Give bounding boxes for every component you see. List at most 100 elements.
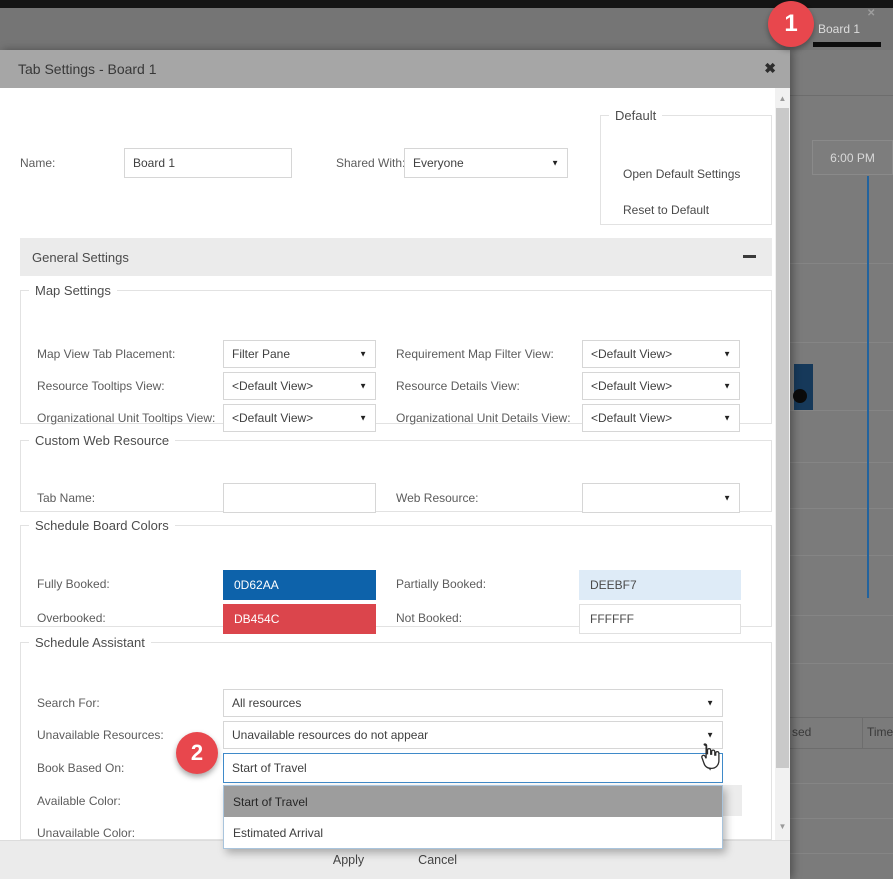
tab-name-input[interactable] [223,483,376,513]
chevron-down-icon: ▼ [359,382,367,391]
resource-tooltips-view-label: Resource Tooltips View: [37,379,165,393]
resource-details-view-value: <Default View> [591,379,672,393]
collapse-icon[interactable] [743,255,756,258]
bg-gridline [790,95,893,96]
chevron-down-icon: ▼ [723,350,731,359]
requirement-map-filter-view-value: <Default View> [591,347,672,361]
partially-booked-label: Partially Booked: [396,577,486,591]
unavailable-resources-label: Unavailable Resources: [37,728,164,742]
general-settings-title: General Settings [32,250,129,265]
available-color-input-edge[interactable] [723,785,742,816]
bg-gridline [790,462,893,463]
dropdown-option-estimated-arrival[interactable]: Estimated Arrival [224,817,722,848]
shared-with-label: Shared With: [336,156,405,170]
scroll-down-icon[interactable]: ▼ [775,818,790,834]
overbooked-color-input[interactable]: DB454C [223,604,376,634]
custom-web-resource-legend: Custom Web Resource [29,433,175,448]
book-based-on-select[interactable]: Start of Travel ▼ [223,753,723,783]
dialog-titlebar: Tab Settings - Board 1 ✖ [0,50,790,88]
chevron-down-icon: ▼ [359,350,367,359]
custom-web-resource-group: Custom Web Resource Tab Name: Web Resour… [20,433,772,512]
chevron-down-icon: ▼ [359,414,367,423]
name-value: Board 1 [133,156,175,170]
search-for-select[interactable]: All resources ▼ [223,689,723,717]
scroll-up-icon[interactable]: ▲ [775,90,790,106]
chevron-down-icon: ▼ [723,382,731,391]
not-booked-color-value: FFFFFF [590,612,634,626]
org-unit-tooltips-view-label: Organizational Unit Tooltips View: [37,411,215,425]
bg-gridline [790,717,893,718]
schedule-board-colors-legend: Schedule Board Colors [29,518,175,533]
requirement-map-filter-view-label: Requirement Map Filter View: [396,347,554,361]
bg-gridline [790,615,893,616]
org-unit-details-view-select[interactable]: <Default View> ▼ [582,404,740,432]
apply-button[interactable]: Apply [325,849,372,871]
web-resource-label: Web Resource: [396,491,478,505]
callout-step-1: 1 [768,1,814,47]
tab-settings-dialog: Tab Settings - Board 1 ✖ Name: Board 1 S… [0,50,790,879]
panel-column-right-label: Time [867,725,893,739]
partially-booked-color-input[interactable]: DEEBF7 [579,570,741,600]
time-header-cell: 6:00 PM [812,140,893,175]
current-time-line [867,176,869,598]
schedule-assistant-legend: Schedule Assistant [29,635,151,650]
chevron-down-icon: ▼ [706,731,714,740]
resource-details-view-select[interactable]: <Default View> ▼ [582,372,740,400]
resource-tooltips-view-value: <Default View> [232,379,313,393]
name-input[interactable]: Board 1 [124,148,292,178]
chevron-down-icon: ▼ [723,414,731,423]
partially-booked-color-value: DEEBF7 [590,578,637,592]
booking-status-dot [793,389,807,403]
reset-to-default-link[interactable]: Reset to Default [623,203,709,217]
cancel-button[interactable]: Cancel [410,849,465,871]
active-tab-indicator [813,42,881,47]
dropdown-option-label: Start of Travel [233,795,308,809]
map-view-tab-placement-label: Map View Tab Placement: [37,347,175,361]
general-settings-header[interactable]: General Settings [20,238,772,276]
search-for-value: All resources [232,696,301,710]
dialog-scrollbar[interactable]: ▲ ▼ [775,88,790,840]
chevron-down-icon: ▼ [706,699,714,708]
not-booked-color-input[interactable]: FFFFFF [579,604,741,634]
dialog-close-icon[interactable]: ✖ [764,60,776,77]
bg-gridline [790,410,893,411]
time-header-label: 6:00 PM [830,151,875,165]
fully-booked-color-value: 0D62AA [234,578,279,592]
shared-with-select[interactable]: Everyone ▼ [404,148,568,178]
tab-name-label: Tab Name: [37,491,95,505]
resource-tooltips-view-select[interactable]: <Default View> ▼ [223,372,376,400]
bg-gridline [790,263,893,264]
overbooked-color-value: DB454C [234,612,279,626]
fully-booked-label: Fully Booked: [37,577,110,591]
bg-gridline [790,783,893,784]
booking-block [794,364,813,410]
callout-step-2: 2 [176,732,218,774]
resource-details-view-label: Resource Details View: [396,379,520,393]
bg-gridline [790,818,893,819]
board-tab-label: Board 1 [818,22,860,36]
schedule-board-colors-group: Schedule Board Colors Fully Booked: 0D62… [20,518,772,627]
background-tab-bar [0,8,893,50]
dropdown-option-start-of-travel[interactable]: Start of Travel [224,786,722,817]
bg-gridline [790,748,893,749]
scrollbar-thumb[interactable] [776,108,789,768]
unavailable-resources-select[interactable]: Unavailable resources do not appear ▼ [223,721,723,749]
name-label: Name: [20,156,55,170]
open-default-settings-link[interactable]: Open Default Settings [623,167,740,181]
search-for-label: Search For: [37,696,100,710]
cursor-hand-icon [697,742,721,770]
requirement-map-filter-view-select[interactable]: <Default View> ▼ [582,340,740,368]
org-unit-tooltips-view-select[interactable]: <Default View> ▼ [223,404,376,432]
overbooked-label: Overbooked: [37,611,106,625]
bg-gridline [790,508,893,509]
default-group: Default Open Default Settings Reset to D… [600,108,772,225]
map-settings-legend: Map Settings [29,283,117,298]
map-view-tab-placement-select[interactable]: Filter Pane ▼ [223,340,376,368]
unavailable-resources-value: Unavailable resources do not appear [232,728,428,742]
panel-column-divider [862,717,863,748]
fully-booked-color-input[interactable]: 0D62AA [223,570,376,600]
bg-gridline [790,853,893,854]
callout-step-1-number: 1 [784,10,797,38]
web-resource-select[interactable]: ▼ [582,483,740,513]
org-unit-details-view-label: Organizational Unit Details View: [396,411,571,425]
